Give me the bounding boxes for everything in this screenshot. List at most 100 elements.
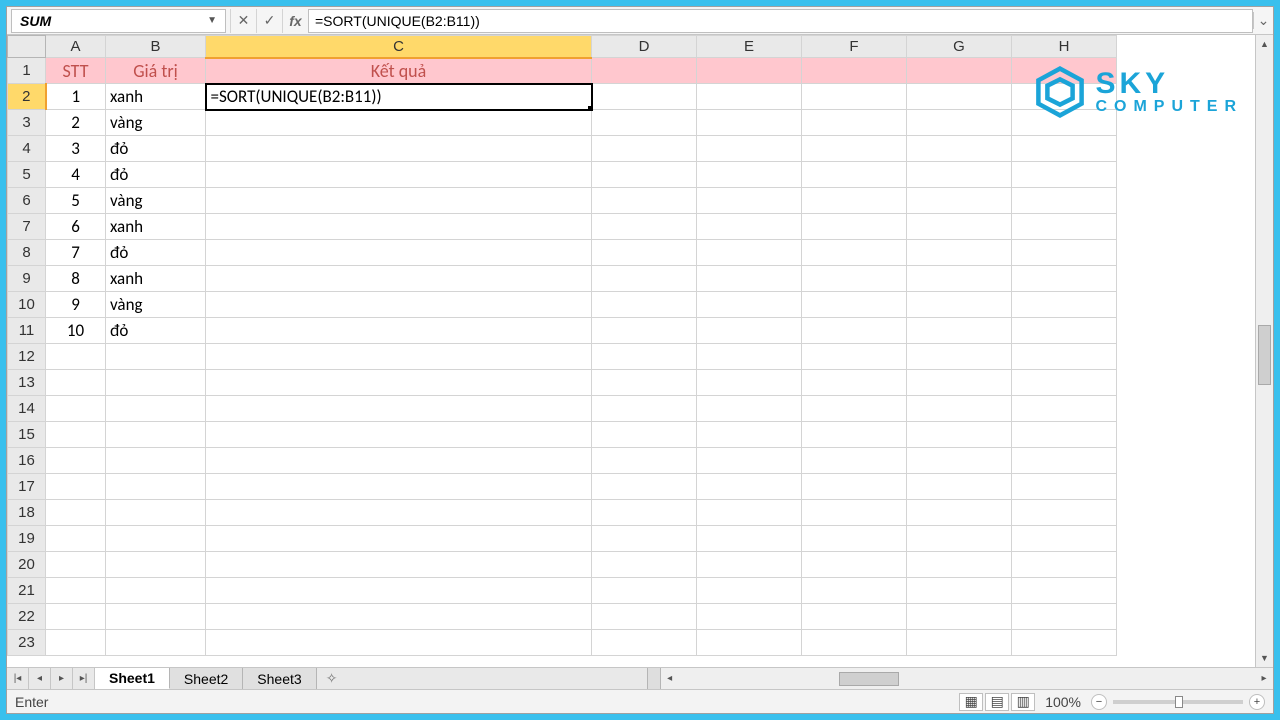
cell-G21[interactable] bbox=[907, 578, 1012, 604]
enter-edit-button[interactable]: ✓ bbox=[256, 9, 282, 33]
zoom-level[interactable]: 100% bbox=[1045, 694, 1081, 710]
tab-nav-prev[interactable]: ◂ bbox=[29, 668, 51, 689]
cell-A10[interactable]: 9 bbox=[46, 292, 106, 318]
row-header-22[interactable]: 22 bbox=[8, 604, 46, 630]
cell-C20[interactable] bbox=[206, 552, 592, 578]
cell-A2[interactable]: 1 bbox=[46, 84, 106, 110]
cell-H1[interactable] bbox=[1012, 58, 1117, 84]
formula-input[interactable]: =SORT(UNIQUE(B2:B11)) bbox=[308, 9, 1253, 33]
cell-A1[interactable]: STT bbox=[46, 58, 106, 84]
cell-G1[interactable] bbox=[907, 58, 1012, 84]
cell-A12[interactable] bbox=[46, 344, 106, 370]
cell-A11[interactable]: 10 bbox=[46, 318, 106, 344]
cell-F2[interactable] bbox=[802, 84, 907, 110]
row-header-14[interactable]: 14 bbox=[8, 396, 46, 422]
cell-F18[interactable] bbox=[802, 500, 907, 526]
cell-A15[interactable] bbox=[46, 422, 106, 448]
cell-H17[interactable] bbox=[1012, 474, 1117, 500]
row-header-15[interactable]: 15 bbox=[8, 422, 46, 448]
row-header-11[interactable]: 11 bbox=[8, 318, 46, 344]
cell-E23[interactable] bbox=[697, 630, 802, 656]
cell-F21[interactable] bbox=[802, 578, 907, 604]
tab-nav-last[interactable]: ▸| bbox=[73, 668, 95, 689]
cell-C15[interactable] bbox=[206, 422, 592, 448]
cell-C6[interactable] bbox=[206, 188, 592, 214]
cell-G14[interactable] bbox=[907, 396, 1012, 422]
cell-B12[interactable] bbox=[106, 344, 206, 370]
cell-E14[interactable] bbox=[697, 396, 802, 422]
col-header-H[interactable]: H bbox=[1012, 36, 1117, 58]
cell-H6[interactable] bbox=[1012, 188, 1117, 214]
cell-E20[interactable] bbox=[697, 552, 802, 578]
cell-G17[interactable] bbox=[907, 474, 1012, 500]
cell-A16[interactable] bbox=[46, 448, 106, 474]
cell-F14[interactable] bbox=[802, 396, 907, 422]
name-box-dropdown-icon[interactable]: ▼ bbox=[207, 15, 217, 26]
cell-C14[interactable] bbox=[206, 396, 592, 422]
cell-G11[interactable] bbox=[907, 318, 1012, 344]
cell-A5[interactable]: 4 bbox=[46, 162, 106, 188]
cell-B6[interactable]: vàng bbox=[106, 188, 206, 214]
col-header-E[interactable]: E bbox=[697, 36, 802, 58]
cell-A22[interactable] bbox=[46, 604, 106, 630]
cell-C9[interactable] bbox=[206, 266, 592, 292]
col-header-D[interactable]: D bbox=[592, 36, 697, 58]
cell-A8[interactable]: 7 bbox=[46, 240, 106, 266]
cell-H15[interactable] bbox=[1012, 422, 1117, 448]
cell-C13[interactable] bbox=[206, 370, 592, 396]
sheet-tab-sheet2[interactable]: Sheet2 bbox=[170, 668, 243, 689]
cell-E21[interactable] bbox=[697, 578, 802, 604]
cell-B2[interactable]: xanh bbox=[106, 84, 206, 110]
cell-F9[interactable] bbox=[802, 266, 907, 292]
expand-formula-bar[interactable]: ⌄ bbox=[1253, 12, 1273, 29]
cell-E10[interactable] bbox=[697, 292, 802, 318]
row-header-20[interactable]: 20 bbox=[8, 552, 46, 578]
insert-function-button[interactable]: fx bbox=[282, 9, 308, 33]
cell-D3[interactable] bbox=[592, 110, 697, 136]
cell-H14[interactable] bbox=[1012, 396, 1117, 422]
view-page-layout-button[interactable]: ▤ bbox=[985, 693, 1009, 711]
row-header-19[interactable]: 19 bbox=[8, 526, 46, 552]
cell-F1[interactable] bbox=[802, 58, 907, 84]
cell-B3[interactable]: vàng bbox=[106, 110, 206, 136]
cell-F3[interactable] bbox=[802, 110, 907, 136]
cell-B23[interactable] bbox=[106, 630, 206, 656]
cell-E1[interactable] bbox=[697, 58, 802, 84]
cell-D8[interactable] bbox=[592, 240, 697, 266]
cell-H7[interactable] bbox=[1012, 214, 1117, 240]
cell-E15[interactable] bbox=[697, 422, 802, 448]
col-header-F[interactable]: F bbox=[802, 36, 907, 58]
cell-B8[interactable]: đỏ bbox=[106, 240, 206, 266]
cell-H2[interactable] bbox=[1012, 84, 1117, 110]
cell-H16[interactable] bbox=[1012, 448, 1117, 474]
cell-C16[interactable] bbox=[206, 448, 592, 474]
col-header-A[interactable]: A bbox=[46, 36, 106, 58]
cell-F13[interactable] bbox=[802, 370, 907, 396]
row-header-7[interactable]: 7 bbox=[8, 214, 46, 240]
row-header-21[interactable]: 21 bbox=[8, 578, 46, 604]
cell-G9[interactable] bbox=[907, 266, 1012, 292]
cell-D11[interactable] bbox=[592, 318, 697, 344]
cell-B1[interactable]: Giá trị bbox=[106, 58, 206, 84]
tab-split-handle[interactable] bbox=[647, 668, 661, 689]
cell-G15[interactable] bbox=[907, 422, 1012, 448]
cell-F7[interactable] bbox=[802, 214, 907, 240]
cell-B21[interactable] bbox=[106, 578, 206, 604]
vertical-scrollbar[interactable]: ▲ ▼ bbox=[1255, 35, 1273, 667]
cell-E7[interactable] bbox=[697, 214, 802, 240]
cell-G18[interactable] bbox=[907, 500, 1012, 526]
cell-E13[interactable] bbox=[697, 370, 802, 396]
cell-A14[interactable] bbox=[46, 396, 106, 422]
cell-F23[interactable] bbox=[802, 630, 907, 656]
zoom-slider-knob[interactable] bbox=[1175, 696, 1183, 708]
tab-nav-next[interactable]: ▸ bbox=[51, 668, 73, 689]
cell-D9[interactable] bbox=[592, 266, 697, 292]
cell-E17[interactable] bbox=[697, 474, 802, 500]
cell-E6[interactable] bbox=[697, 188, 802, 214]
row-header-10[interactable]: 10 bbox=[8, 292, 46, 318]
cell-D17[interactable] bbox=[592, 474, 697, 500]
cell-F12[interactable] bbox=[802, 344, 907, 370]
cell-H11[interactable] bbox=[1012, 318, 1117, 344]
cell-D1[interactable] bbox=[592, 58, 697, 84]
cell-B17[interactable] bbox=[106, 474, 206, 500]
